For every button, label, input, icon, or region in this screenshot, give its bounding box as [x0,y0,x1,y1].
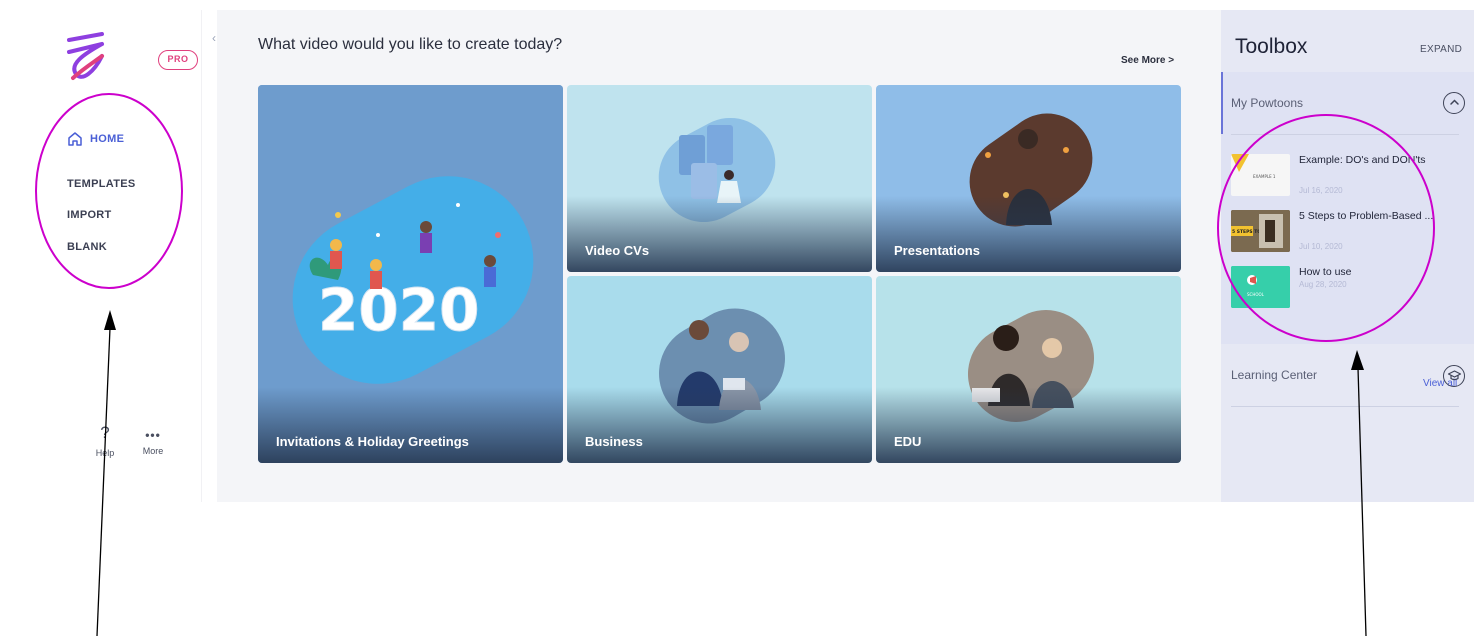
chevron-up-icon [1449,99,1459,105]
powtoon-item[interactable]: SCHOOL How to use Aug 28, 2020 [1231,266,1461,314]
powtoon-date: Aug 28, 2020 [1299,280,1347,289]
learning-center-button[interactable] [1443,365,1465,387]
card-shade [567,387,872,463]
thumbnail-art: EXAMPLE 1 [1231,154,1276,179]
powtoon-title: How to use [1299,266,1352,278]
powtoon-thumbnail: 5 STEPS TO [1231,210,1290,252]
category-card-video-cvs[interactable]: Video CVs [567,85,872,272]
card-shade [258,387,563,463]
powtoon-item[interactable]: 5 STEPS TO 5 Steps to Problem-Based ... … [1231,210,1461,258]
my-powtoons-section: My Powtoons EXAMPLE 1 Example: DO's and … [1221,72,1474,389]
thumbnail-caption: EXAMPLE 1 [1253,174,1276,179]
section-divider [1231,406,1459,407]
year-text: 2020 [318,276,479,344]
category-card-presentations[interactable]: Presentations [876,85,1181,272]
see-more-link[interactable]: See More > [1121,55,1174,66]
nav-import[interactable]: IMPORT [67,209,112,221]
help-label: Help [95,448,115,458]
card-shade [876,196,1181,272]
card-shade [567,196,872,272]
nav-blank[interactable]: BLANK [67,241,107,253]
section-divider [1231,134,1459,135]
question-icon: ? [100,423,110,442]
powtoon-thumbnail: SCHOOL [1231,266,1290,308]
thumbnail-caption: SCHOOL [1247,292,1265,297]
more-button[interactable]: ••• More [138,428,168,456]
thumbnail-caption: 5 STEPS TO [1232,229,1261,235]
card-title: Business [585,434,643,449]
toolbox-panel: Toolbox EXPAND My Powtoons EXAMPLE 1 Exa… [1221,10,1474,502]
powtoon-title: 5 Steps to Problem-Based ... [1299,210,1434,222]
home-icon [68,132,82,146]
category-card-invitations[interactable]: 2020 Invitations & Holiday Greetings [258,85,563,463]
powtoon-logo[interactable] [64,32,108,88]
toolbox-title: Toolbox [1235,35,1308,58]
collapse-chevron-icon[interactable]: ‹ [212,31,216,45]
card-shade [876,387,1181,463]
powtoon-title: Example: DO's and DON'ts [1299,154,1426,166]
section-accent-bar [1221,72,1223,134]
pro-badge: PRO [158,50,198,70]
graduation-cap-icon [1447,370,1461,381]
card-title: Presentations [894,243,980,258]
card-title: Video CVs [585,243,650,258]
sidebar: PRO ‹ HOME TEMPLATES IMPORT BLANK ? Help… [40,10,216,502]
learning-center-title[interactable]: Learning Center [1231,368,1317,382]
card-title: EDU [894,434,922,449]
powtoon-date: Jul 16, 2020 [1299,186,1343,195]
help-button[interactable]: ? Help [90,423,120,459]
category-card-edu[interactable]: EDU [876,276,1181,463]
collapse-section-button[interactable] [1443,92,1465,114]
card-art-year: 2020 [318,276,480,345]
nav-home[interactable]: HOME [67,131,124,147]
nav-home-label: HOME [90,133,125,145]
thumbnail-art: 5 STEPS TO [1231,210,1290,252]
my-powtoons-title[interactable]: My Powtoons [1231,96,1303,110]
toolbox-expand-button[interactable]: EXPAND [1420,44,1462,55]
powtoon-date: Jul 10, 2020 [1299,242,1343,251]
card-title: Invitations & Holiday Greetings [276,434,469,449]
page-heading: What video would you like to create toda… [258,36,563,53]
app-root: PRO ‹ HOME TEMPLATES IMPORT BLANK ? Help… [0,0,1474,636]
thumbnail-art: SCHOOL [1231,266,1290,308]
powtoon-thumbnail: EXAMPLE 1 [1231,154,1290,196]
category-card-business[interactable]: Business [567,276,872,463]
powtoon-item[interactable]: EXAMPLE 1 Example: DO's and DON'ts Jul 1… [1231,154,1461,202]
more-label: More [142,446,164,456]
more-dots-icon: ••• [145,428,161,442]
main-content: What video would you like to create toda… [217,10,1221,502]
nav-templates[interactable]: TEMPLATES [67,178,136,190]
